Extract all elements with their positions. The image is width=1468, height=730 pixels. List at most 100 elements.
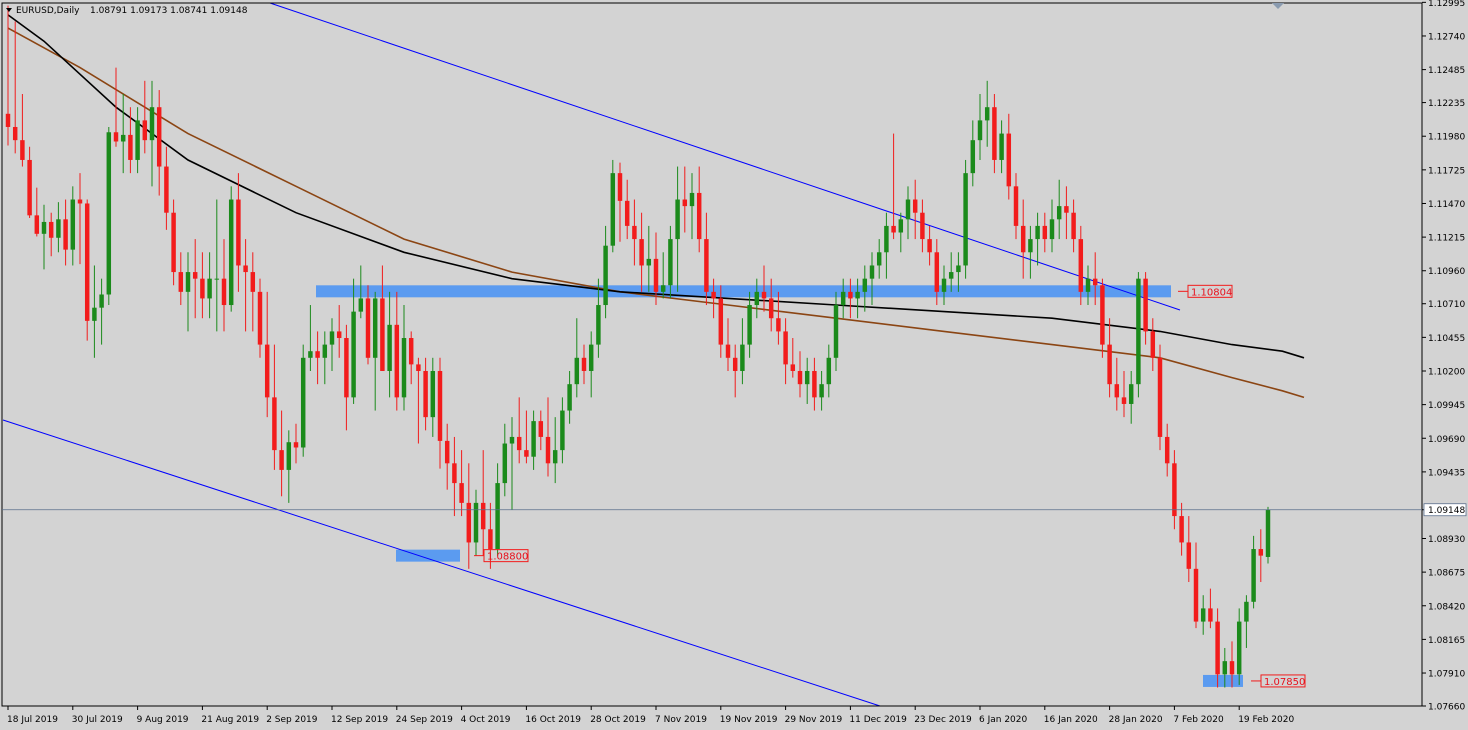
- candle-body: [99, 294, 104, 308]
- candle: [963, 159, 968, 279]
- candle-body: [437, 370, 443, 441]
- candle-body: [963, 173, 968, 266]
- price-tick-label: 1.08420: [1428, 602, 1465, 612]
- candle-body: [128, 134, 133, 160]
- candle-body: [1244, 601, 1249, 622]
- candle-body: [12, 126, 18, 141]
- candle-body: [1236, 621, 1242, 675]
- candle-body: [1092, 278, 1098, 286]
- candle-body: [1200, 608, 1206, 622]
- candle-body: [142, 120, 148, 141]
- price-tick-label: 1.12235: [1428, 99, 1465, 109]
- candle: [1265, 506, 1271, 564]
- candle-body: [797, 370, 803, 385]
- candle-body: [1215, 621, 1220, 675]
- candle-body: [401, 338, 407, 398]
- candle-body: [171, 212, 176, 273]
- candle-body: [999, 133, 1004, 160]
- candle-body: [502, 443, 508, 484]
- candle-body: [221, 278, 227, 306]
- candle-body: [444, 440, 450, 464]
- candle-body: [41, 221, 47, 234]
- time-tick-label: 19 Feb 2020: [1238, 715, 1294, 725]
- candle-body: [747, 305, 752, 345]
- time-tick-label: 11 Dec 2019: [849, 715, 907, 725]
- candle-body: [1128, 384, 1134, 404]
- candle-body: [1222, 661, 1228, 675]
- candle-body: [286, 442, 292, 470]
- candle-body: [567, 384, 572, 411]
- candle-body: [48, 221, 54, 238]
- candle-body: [214, 278, 220, 280]
- candle-body: [761, 291, 767, 299]
- candle: [610, 159, 616, 253]
- candle-body: [804, 370, 810, 385]
- candle-body: [250, 272, 256, 292]
- candle-body: [905, 199, 911, 220]
- candle-body: [1258, 549, 1264, 556]
- candle-body: [63, 219, 68, 250]
- candle-body: [1013, 186, 1019, 226]
- candle-body: [848, 291, 853, 299]
- candle-body: [480, 502, 486, 530]
- candle-body: [228, 199, 234, 306]
- price-tick-label: 1.07660: [1428, 703, 1465, 713]
- candle-body: [365, 298, 371, 358]
- current-price-label: 1.09148: [1428, 506, 1465, 516]
- time-tick-label: 2 Sep 2019: [266, 715, 318, 725]
- candle-body: [459, 483, 464, 503]
- candle-body: [977, 120, 983, 141]
- candle-body: [77, 199, 83, 204]
- candle-body: [948, 272, 954, 279]
- candle-body: [488, 529, 493, 550]
- candle-body: [1251, 549, 1256, 602]
- price-tick-label: 1.09435: [1428, 468, 1465, 478]
- price-tick-label: 1.10200: [1428, 367, 1465, 377]
- candle-body: [1107, 344, 1112, 385]
- time-tick-label: 16 Oct 2019: [525, 715, 581, 725]
- candle-body: [1006, 133, 1012, 187]
- candle-body: [27, 159, 32, 216]
- candle-body: [1193, 568, 1199, 622]
- candle-body: [423, 370, 428, 418]
- candle-body: [588, 344, 594, 371]
- candle-body: [610, 173, 616, 246]
- candle-body: [552, 450, 558, 464]
- candle-body: [466, 502, 472, 543]
- candle-body: [293, 442, 299, 448]
- candle-body: [704, 239, 709, 292]
- candle-body: [279, 450, 284, 470]
- candle-body: [1100, 285, 1105, 345]
- candle-body: [898, 219, 904, 233]
- candle-body: [516, 436, 522, 451]
- candle-body: [1150, 331, 1156, 358]
- candle-body: [92, 307, 97, 321]
- candle-body: [164, 166, 169, 213]
- time-tick-label: 6 Jan 2020: [979, 715, 1027, 725]
- candle-body: [264, 344, 270, 398]
- time-tick-label: 16 Jan 2020: [1044, 715, 1098, 725]
- candle-body: [660, 285, 666, 292]
- price-tick-label: 1.11470: [1428, 200, 1465, 210]
- candle-body: [56, 219, 61, 238]
- candle-body: [272, 397, 277, 451]
- time-tick-label: 28 Oct 2019: [590, 715, 646, 725]
- candle-body: [120, 134, 126, 142]
- level-label-text: 1.07850: [1264, 677, 1305, 688]
- candle: [1157, 344, 1163, 451]
- candle-body: [891, 225, 896, 233]
- candle-body: [1078, 239, 1084, 292]
- candle-body: [509, 436, 515, 444]
- candle-body: [869, 265, 875, 279]
- candle-body: [1164, 436, 1170, 464]
- time-tick-label: 23 Dec 2019: [914, 715, 972, 725]
- price-tick-label: 1.12485: [1428, 66, 1465, 76]
- candle-body: [1157, 357, 1163, 437]
- candle-body: [790, 364, 796, 371]
- candlestick-chart: 1.12995 1.12740 1.12485 1.12235 1.11980 1.117…: [0, 0, 1468, 730]
- candle-body: [1035, 225, 1040, 240]
- price-tick-label: 1.09945: [1428, 401, 1465, 411]
- candle-body: [380, 298, 385, 371]
- candle-body: [941, 278, 947, 292]
- candle-body: [351, 311, 356, 398]
